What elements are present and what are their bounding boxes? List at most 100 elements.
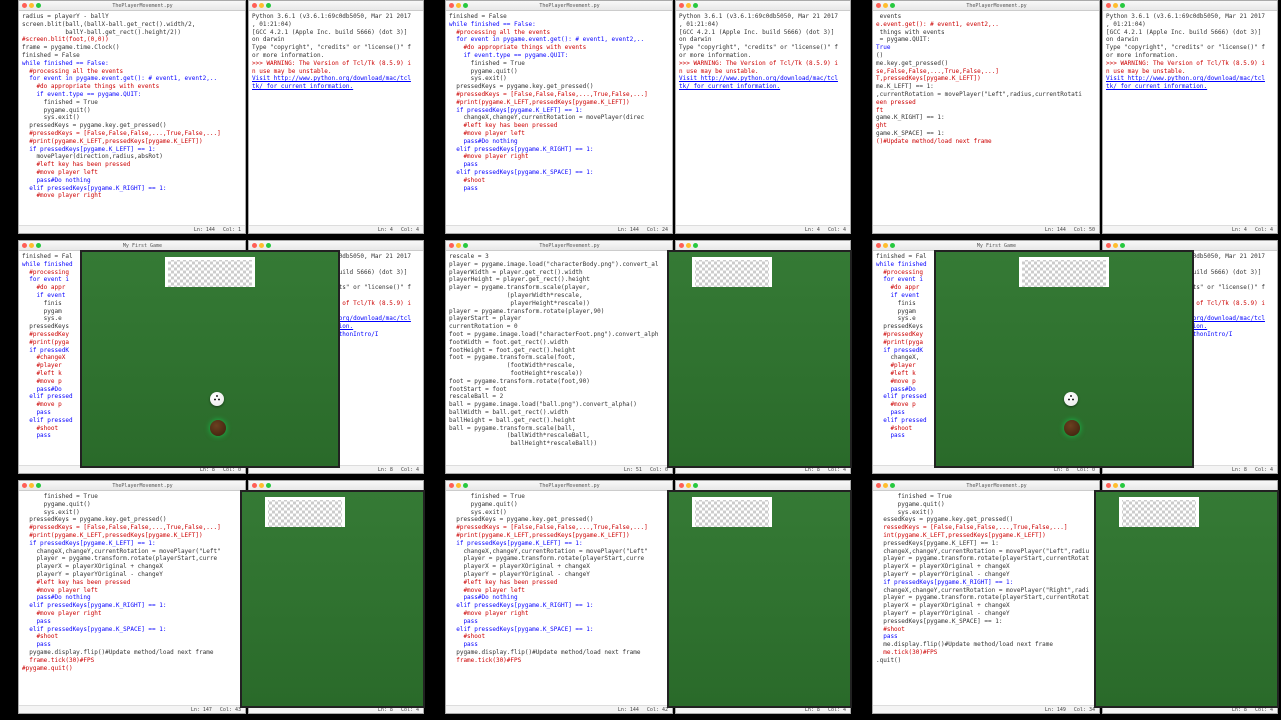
game-window[interactable] bbox=[934, 250, 1194, 468]
maximize-icon[interactable] bbox=[463, 243, 468, 248]
game-window[interactable] bbox=[667, 490, 852, 708]
close-icon[interactable] bbox=[22, 483, 27, 488]
game-window[interactable] bbox=[1094, 490, 1279, 708]
code-area[interactable]: finished = True pygame.quit() sys.exit()… bbox=[446, 491, 672, 667]
close-icon[interactable] bbox=[876, 3, 881, 8]
minimize-icon[interactable] bbox=[259, 243, 264, 248]
screenshot-cell: ThePlayerMovement.py finished = True pyg… bbox=[854, 480, 1281, 720]
code-line: finished = True bbox=[449, 493, 669, 501]
close-icon[interactable] bbox=[252, 243, 257, 248]
console-window[interactable]: Python 3.6.1 (v3.6.1:69c0db5050, Mar 21 … bbox=[1102, 0, 1278, 234]
close-icon[interactable] bbox=[1106, 3, 1111, 8]
title-bar: ThePlayerMovement.py bbox=[446, 241, 672, 251]
code-line: #do appropriate things with events bbox=[22, 83, 242, 91]
console-output[interactable]: Python 3.6.1 (v3.6.1:69c0db5050, Mar 21 … bbox=[676, 11, 850, 93]
code-line: #shoot bbox=[22, 633, 242, 641]
minimize-icon[interactable] bbox=[456, 243, 461, 248]
minimize-icon[interactable] bbox=[29, 3, 34, 8]
game-window[interactable] bbox=[667, 250, 852, 468]
minimize-icon[interactable] bbox=[29, 243, 34, 248]
close-icon[interactable] bbox=[876, 243, 881, 248]
minimize-icon[interactable] bbox=[686, 483, 691, 488]
status-line: Ln: 149 bbox=[1045, 707, 1066, 713]
minimize-icon[interactable] bbox=[1113, 483, 1118, 488]
editor-window[interactable]: ThePlayerMovement.py finished = Falsewhi… bbox=[445, 0, 673, 234]
status-line: Ln: 144 bbox=[1045, 227, 1066, 233]
code-area[interactable]: finished = Falsewhile finished == False:… bbox=[446, 11, 672, 194]
maximize-icon[interactable] bbox=[36, 483, 41, 488]
editor-window[interactable]: ThePlayerMovement.py rescale = 3player =… bbox=[445, 240, 673, 474]
maximize-icon[interactable] bbox=[1120, 243, 1125, 248]
close-icon[interactable] bbox=[449, 243, 454, 248]
code-line: player = pygame.transform.scale(player, bbox=[449, 284, 669, 292]
close-icon[interactable] bbox=[1106, 243, 1111, 248]
minimize-icon[interactable] bbox=[456, 483, 461, 488]
game-window[interactable] bbox=[240, 490, 425, 708]
maximize-icon[interactable] bbox=[266, 483, 271, 488]
maximize-icon[interactable] bbox=[693, 3, 698, 8]
close-icon[interactable] bbox=[449, 483, 454, 488]
minimize-icon[interactable] bbox=[883, 3, 888, 8]
maximize-icon[interactable] bbox=[890, 483, 895, 488]
close-icon[interactable] bbox=[679, 243, 684, 248]
maximize-icon[interactable] bbox=[266, 3, 271, 8]
console-window[interactable]: Python 3.6.1 (v3.6.1:69c0db5050, Mar 21 … bbox=[248, 0, 424, 234]
close-icon[interactable] bbox=[22, 243, 27, 248]
code-area[interactable]: radius = playerY - ballYscreen.blit(ball… bbox=[19, 11, 245, 202]
maximize-icon[interactable] bbox=[693, 243, 698, 248]
maximize-icon[interactable] bbox=[890, 3, 895, 8]
editor-window[interactable]: ThePlayerMovement.py finished = True pyg… bbox=[872, 480, 1100, 714]
code-line: #pressedKeys = [False,False,False,...,Tr… bbox=[449, 91, 669, 99]
close-icon[interactable] bbox=[876, 483, 881, 488]
code-area[interactable]: eventse.event.get(): # event1, event2,..… bbox=[873, 11, 1099, 148]
maximize-icon[interactable] bbox=[266, 243, 271, 248]
close-icon[interactable] bbox=[22, 3, 27, 8]
maximize-icon[interactable] bbox=[693, 483, 698, 488]
code-line: #left key has been pressed bbox=[449, 579, 669, 587]
minimize-icon[interactable] bbox=[686, 3, 691, 8]
minimize-icon[interactable] bbox=[456, 3, 461, 8]
code-line: essedKeys = pygame.key.get_pressed() bbox=[876, 516, 1096, 524]
maximize-icon[interactable] bbox=[36, 3, 41, 8]
close-icon[interactable] bbox=[1106, 483, 1111, 488]
minimize-icon[interactable] bbox=[259, 483, 264, 488]
close-icon[interactable] bbox=[252, 483, 257, 488]
editor-window[interactable]: ThePlayerMovement.py radius = playerY - … bbox=[18, 0, 246, 234]
maximize-icon[interactable] bbox=[463, 3, 468, 8]
maximize-icon[interactable] bbox=[1120, 483, 1125, 488]
game-window[interactable] bbox=[80, 250, 340, 468]
editor-window[interactable]: ThePlayerMovement.py eventse.event.get()… bbox=[872, 0, 1100, 234]
console-output[interactable]: Python 3.6.1 (v3.6.1:69c0db5050, Mar 21 … bbox=[249, 11, 423, 93]
code-line: #print(pygame.K_LEFT,pressedKeys[pygame.… bbox=[449, 532, 669, 540]
code-line: playerStart = player bbox=[449, 315, 669, 323]
close-icon[interactable] bbox=[449, 3, 454, 8]
maximize-icon[interactable] bbox=[890, 243, 895, 248]
minimize-icon[interactable] bbox=[1113, 243, 1118, 248]
minimize-icon[interactable] bbox=[29, 483, 34, 488]
minimize-icon[interactable] bbox=[686, 243, 691, 248]
close-icon[interactable] bbox=[679, 3, 684, 8]
close-icon[interactable] bbox=[679, 483, 684, 488]
minimize-icon[interactable] bbox=[1113, 3, 1118, 8]
status-line: Ln: 51 bbox=[624, 467, 642, 473]
console-output[interactable]: Python 3.6.1 (v3.6.1:69c0db5050, Mar 21 … bbox=[1103, 11, 1277, 93]
maximize-icon[interactable] bbox=[1120, 3, 1125, 8]
console-window[interactable]: Python 3.6.1 (v3.6.1:69c0db5050, Mar 21 … bbox=[675, 0, 851, 234]
minimize-icon[interactable] bbox=[259, 3, 264, 8]
maximize-icon[interactable] bbox=[463, 483, 468, 488]
minimize-icon[interactable] bbox=[883, 243, 888, 248]
editor-window[interactable]: ThePlayerMovement.py finished = True pyg… bbox=[18, 480, 246, 714]
code-line: pass#Do nothing bbox=[22, 594, 242, 602]
code-line: foot = pygame.transform.rotate(foot,90) bbox=[449, 378, 669, 386]
maximize-icon[interactable] bbox=[36, 243, 41, 248]
code-area[interactable]: finished = True pygame.quit() sys.exit()… bbox=[19, 491, 245, 674]
code-line: elif pressedKeys[pygame.K_RIGHT] == 1: bbox=[22, 602, 242, 610]
status-col: Col: 4 bbox=[1255, 227, 1273, 233]
code-area[interactable]: rescale = 3player = pygame.image.load("c… bbox=[446, 251, 672, 450]
status-line: Ln: 144 bbox=[194, 227, 215, 233]
close-icon[interactable] bbox=[252, 3, 257, 8]
editor-window[interactable]: ThePlayerMovement.py finished = True pyg… bbox=[445, 480, 673, 714]
code-area[interactable]: finished = True pygame.quit() sys.exit()… bbox=[873, 491, 1099, 667]
minimize-icon[interactable] bbox=[883, 483, 888, 488]
player-sprite bbox=[1064, 420, 1080, 436]
